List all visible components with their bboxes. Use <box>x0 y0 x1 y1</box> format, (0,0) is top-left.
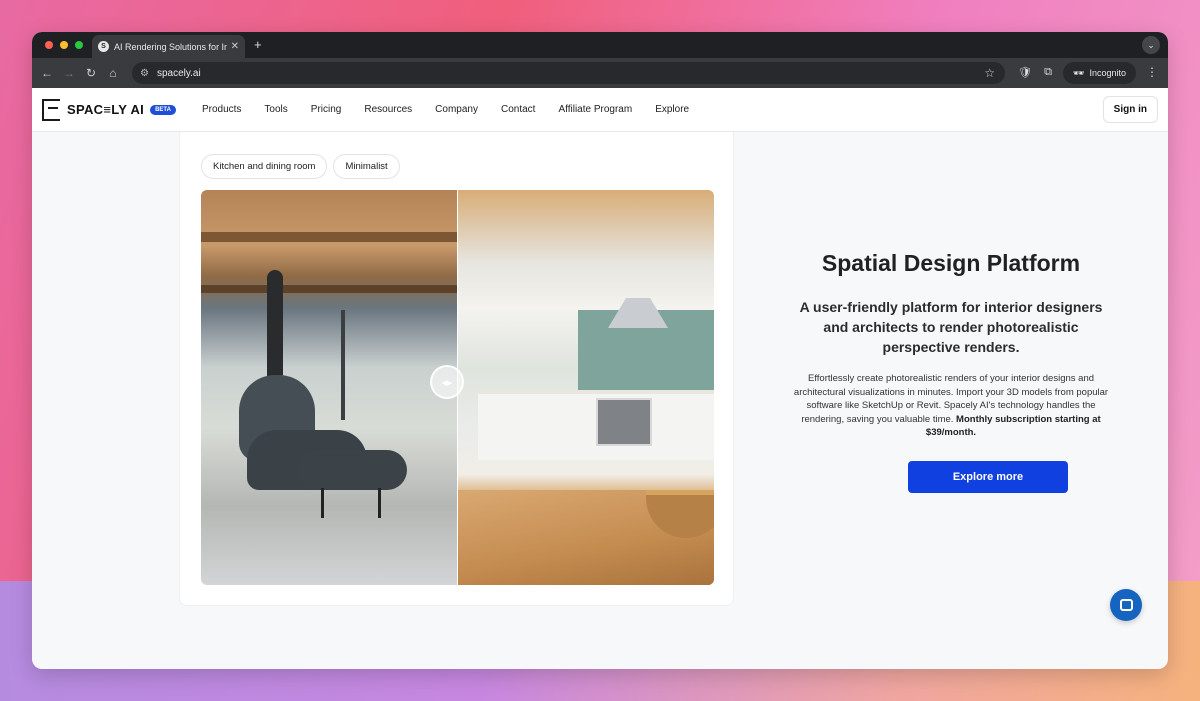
beta-badge: BETA <box>150 104 176 115</box>
tab-title: AI Rendering Solutions for Int <box>114 41 227 52</box>
logo-text: SPAC≡LY AI <box>67 102 145 117</box>
compare-handle-icon[interactable]: ◂▸ <box>430 365 464 399</box>
incognito-label: Incognito <box>1089 68 1126 78</box>
nav-item-products[interactable]: Products <box>202 104 241 115</box>
incognito-indicator[interactable]: 🕶 Incognito <box>1063 62 1136 84</box>
sign-in-button[interactable]: Sign in <box>1102 96 1158 123</box>
before-render-image <box>201 190 457 585</box>
nav-item-tools[interactable]: Tools <box>264 104 287 115</box>
window-frame <box>341 310 451 420</box>
reload-icon[interactable]: ↻ <box>80 66 102 80</box>
browser-window: S AI Rendering Solutions for Int ✕ + ⌄ ←… <box>32 32 1168 669</box>
nav-item-affiliate[interactable]: Affiliate Program <box>558 104 632 115</box>
browser-toolbar: ← → ↻ ⌂ ⚙ spacely.ai ☆ 🛡 ⧉ 🕶 Incognito ⋮ <box>32 58 1168 88</box>
site-info-icon[interactable]: ⚙ <box>140 68 149 79</box>
chip-room-type[interactable]: Kitchen and dining room <box>201 154 328 179</box>
main-content: Kitchen and dining room Minimalist ◂▸ Sp… <box>32 132 1168 669</box>
ceiling-beam <box>201 285 457 293</box>
browser-menu-icon[interactable]: ⋮ <box>1146 65 1158 79</box>
before-after-slider[interactable]: ◂▸ <box>201 190 714 585</box>
incognito-icon: 🕶 <box>1073 67 1085 78</box>
oven <box>596 398 652 446</box>
range-hood <box>608 298 668 328</box>
ceiling-beam <box>201 232 457 242</box>
url-text: spacely.ai <box>156 67 201 79</box>
nav-item-resources[interactable]: Resources <box>364 104 412 115</box>
tab-bar: S AI Rendering Solutions for Int ✕ + ⌄ <box>32 32 1168 58</box>
back-icon[interactable]: ← <box>36 66 58 80</box>
section-title: Spatial Design Platform <box>821 250 1081 276</box>
render-showcase-card: Kitchen and dining room Minimalist ◂▸ <box>179 132 734 606</box>
section-subtitle: A user-friendly platform for interior de… <box>799 299 1103 355</box>
tag-chips: Kitchen and dining room Minimalist <box>201 154 400 179</box>
minimize-window-button[interactable] <box>60 41 68 49</box>
main-nav: Products Tools Pricing Resources Company… <box>202 104 712 115</box>
extensions-puzzle-icon[interactable]: ⧉ <box>1044 66 1052 79</box>
address-bar[interactable]: ⚙ spacely.ai ☆ <box>132 62 1005 84</box>
site-logo[interactable]: SPAC≡LY AI BETA <box>42 98 176 121</box>
section-description: Effortlessly create photorealistic rende… <box>792 372 1110 440</box>
forward-icon[interactable]: → <box>58 66 80 80</box>
chip-style[interactable]: Minimalist <box>333 154 400 179</box>
close-tab-icon[interactable]: ✕ <box>231 41 239 52</box>
after-render-image <box>458 190 714 585</box>
new-tab-icon[interactable]: + <box>254 37 262 52</box>
browser-tab[interactable]: S AI Rendering Solutions for Int ✕ <box>92 35 245 58</box>
site-header: SPAC≡LY AI BETA Products Tools Pricing R… <box>32 88 1168 132</box>
ottoman-base <box>321 488 381 518</box>
nav-item-company[interactable]: Company <box>435 104 478 115</box>
ottoman <box>297 450 407 490</box>
chat-widget-button[interactable] <box>1110 589 1142 621</box>
home-icon[interactable]: ⌂ <box>102 66 124 80</box>
close-window-button[interactable] <box>45 41 53 49</box>
chat-icon <box>1119 599 1133 611</box>
logo-mark-icon <box>42 98 60 121</box>
window-controls <box>45 41 83 49</box>
bookmark-star-icon[interactable]: ☆ <box>984 66 995 80</box>
extension-shield-icon[interactable]: 🛡 <box>1018 66 1032 79</box>
tab-search-icon[interactable]: ⌄ <box>1142 36 1160 54</box>
nav-item-explore[interactable]: Explore <box>655 104 689 115</box>
explore-more-button[interactable]: Explore more <box>908 461 1068 493</box>
platform-info: Spatial Design Platform A user-friendly … <box>734 132 1168 606</box>
nav-item-pricing[interactable]: Pricing <box>311 104 342 115</box>
maximize-window-button[interactable] <box>75 41 83 49</box>
site-favicon-icon: S <box>98 41 109 52</box>
nav-item-contact[interactable]: Contact <box>501 104 535 115</box>
pricing-note: Monthly subscription starting at $39/mon… <box>925 413 1101 439</box>
